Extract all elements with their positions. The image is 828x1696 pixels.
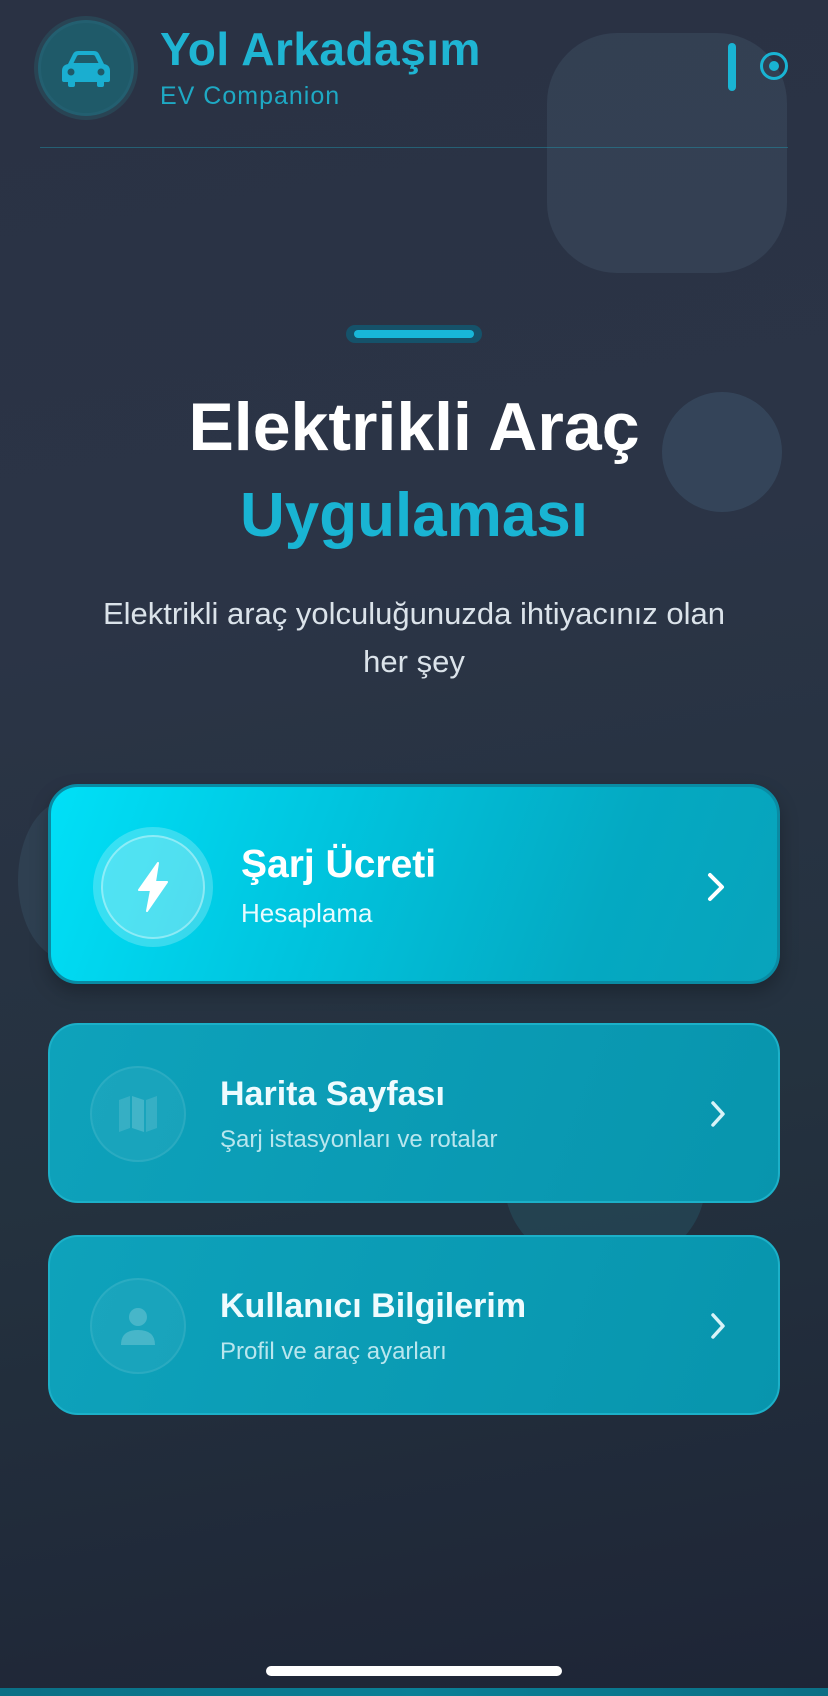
app-logo bbox=[38, 20, 134, 116]
card-title: Şarj Ücreti bbox=[241, 843, 437, 886]
card-icon-container bbox=[90, 1066, 186, 1162]
user-icon bbox=[121, 1308, 155, 1345]
card-icon-container bbox=[93, 827, 213, 947]
card-title: Harita Sayfası bbox=[220, 1075, 445, 1113]
bottom-edge-glow bbox=[0, 1688, 828, 1696]
header-divider bbox=[40, 147, 788, 148]
hero-title-highlight: Uygulaması bbox=[239, 481, 589, 550]
app-subtitle: EV Companion bbox=[160, 82, 341, 110]
card-subtitle: Şarj istasyonları ve rotalar bbox=[220, 1126, 498, 1153]
card-subtitle: Hesaplama bbox=[241, 898, 373, 928]
hero-description: Elektrikli araç yolculuğunuzda ihtiyacın… bbox=[102, 596, 726, 679]
chevron-right-icon bbox=[708, 873, 724, 901]
card-icon-container bbox=[90, 1278, 186, 1374]
map-icon bbox=[119, 1096, 157, 1132]
car-icon bbox=[62, 51, 110, 87]
hero-title: Elektrikli Araç bbox=[188, 389, 640, 465]
chevron-right-icon bbox=[711, 1101, 725, 1127]
charge-cost-card[interactable]: Şarj Ücreti Hesaplama bbox=[48, 784, 780, 984]
user-info-card[interactable]: Kullanıcı Bilgilerim Profil ve araç ayar… bbox=[48, 1235, 780, 1415]
status-indicator-bar bbox=[728, 43, 736, 91]
status-dot-icon bbox=[760, 52, 788, 80]
hero-accent-bar bbox=[346, 325, 482, 343]
home-indicator[interactable] bbox=[266, 1666, 562, 1676]
app-header: Yol Arkadaşım EV Companion bbox=[0, 0, 828, 150]
map-page-card[interactable]: Harita Sayfası Şarj istasyonları ve rota… bbox=[48, 1023, 780, 1203]
card-subtitle: Profil ve araç ayarları bbox=[220, 1338, 447, 1365]
chevron-right-icon bbox=[711, 1313, 725, 1339]
app-title: Yol Arkadaşım bbox=[160, 23, 481, 75]
card-title: Kullanıcı Bilgilerim bbox=[220, 1287, 527, 1325]
lightning-icon bbox=[138, 862, 168, 912]
